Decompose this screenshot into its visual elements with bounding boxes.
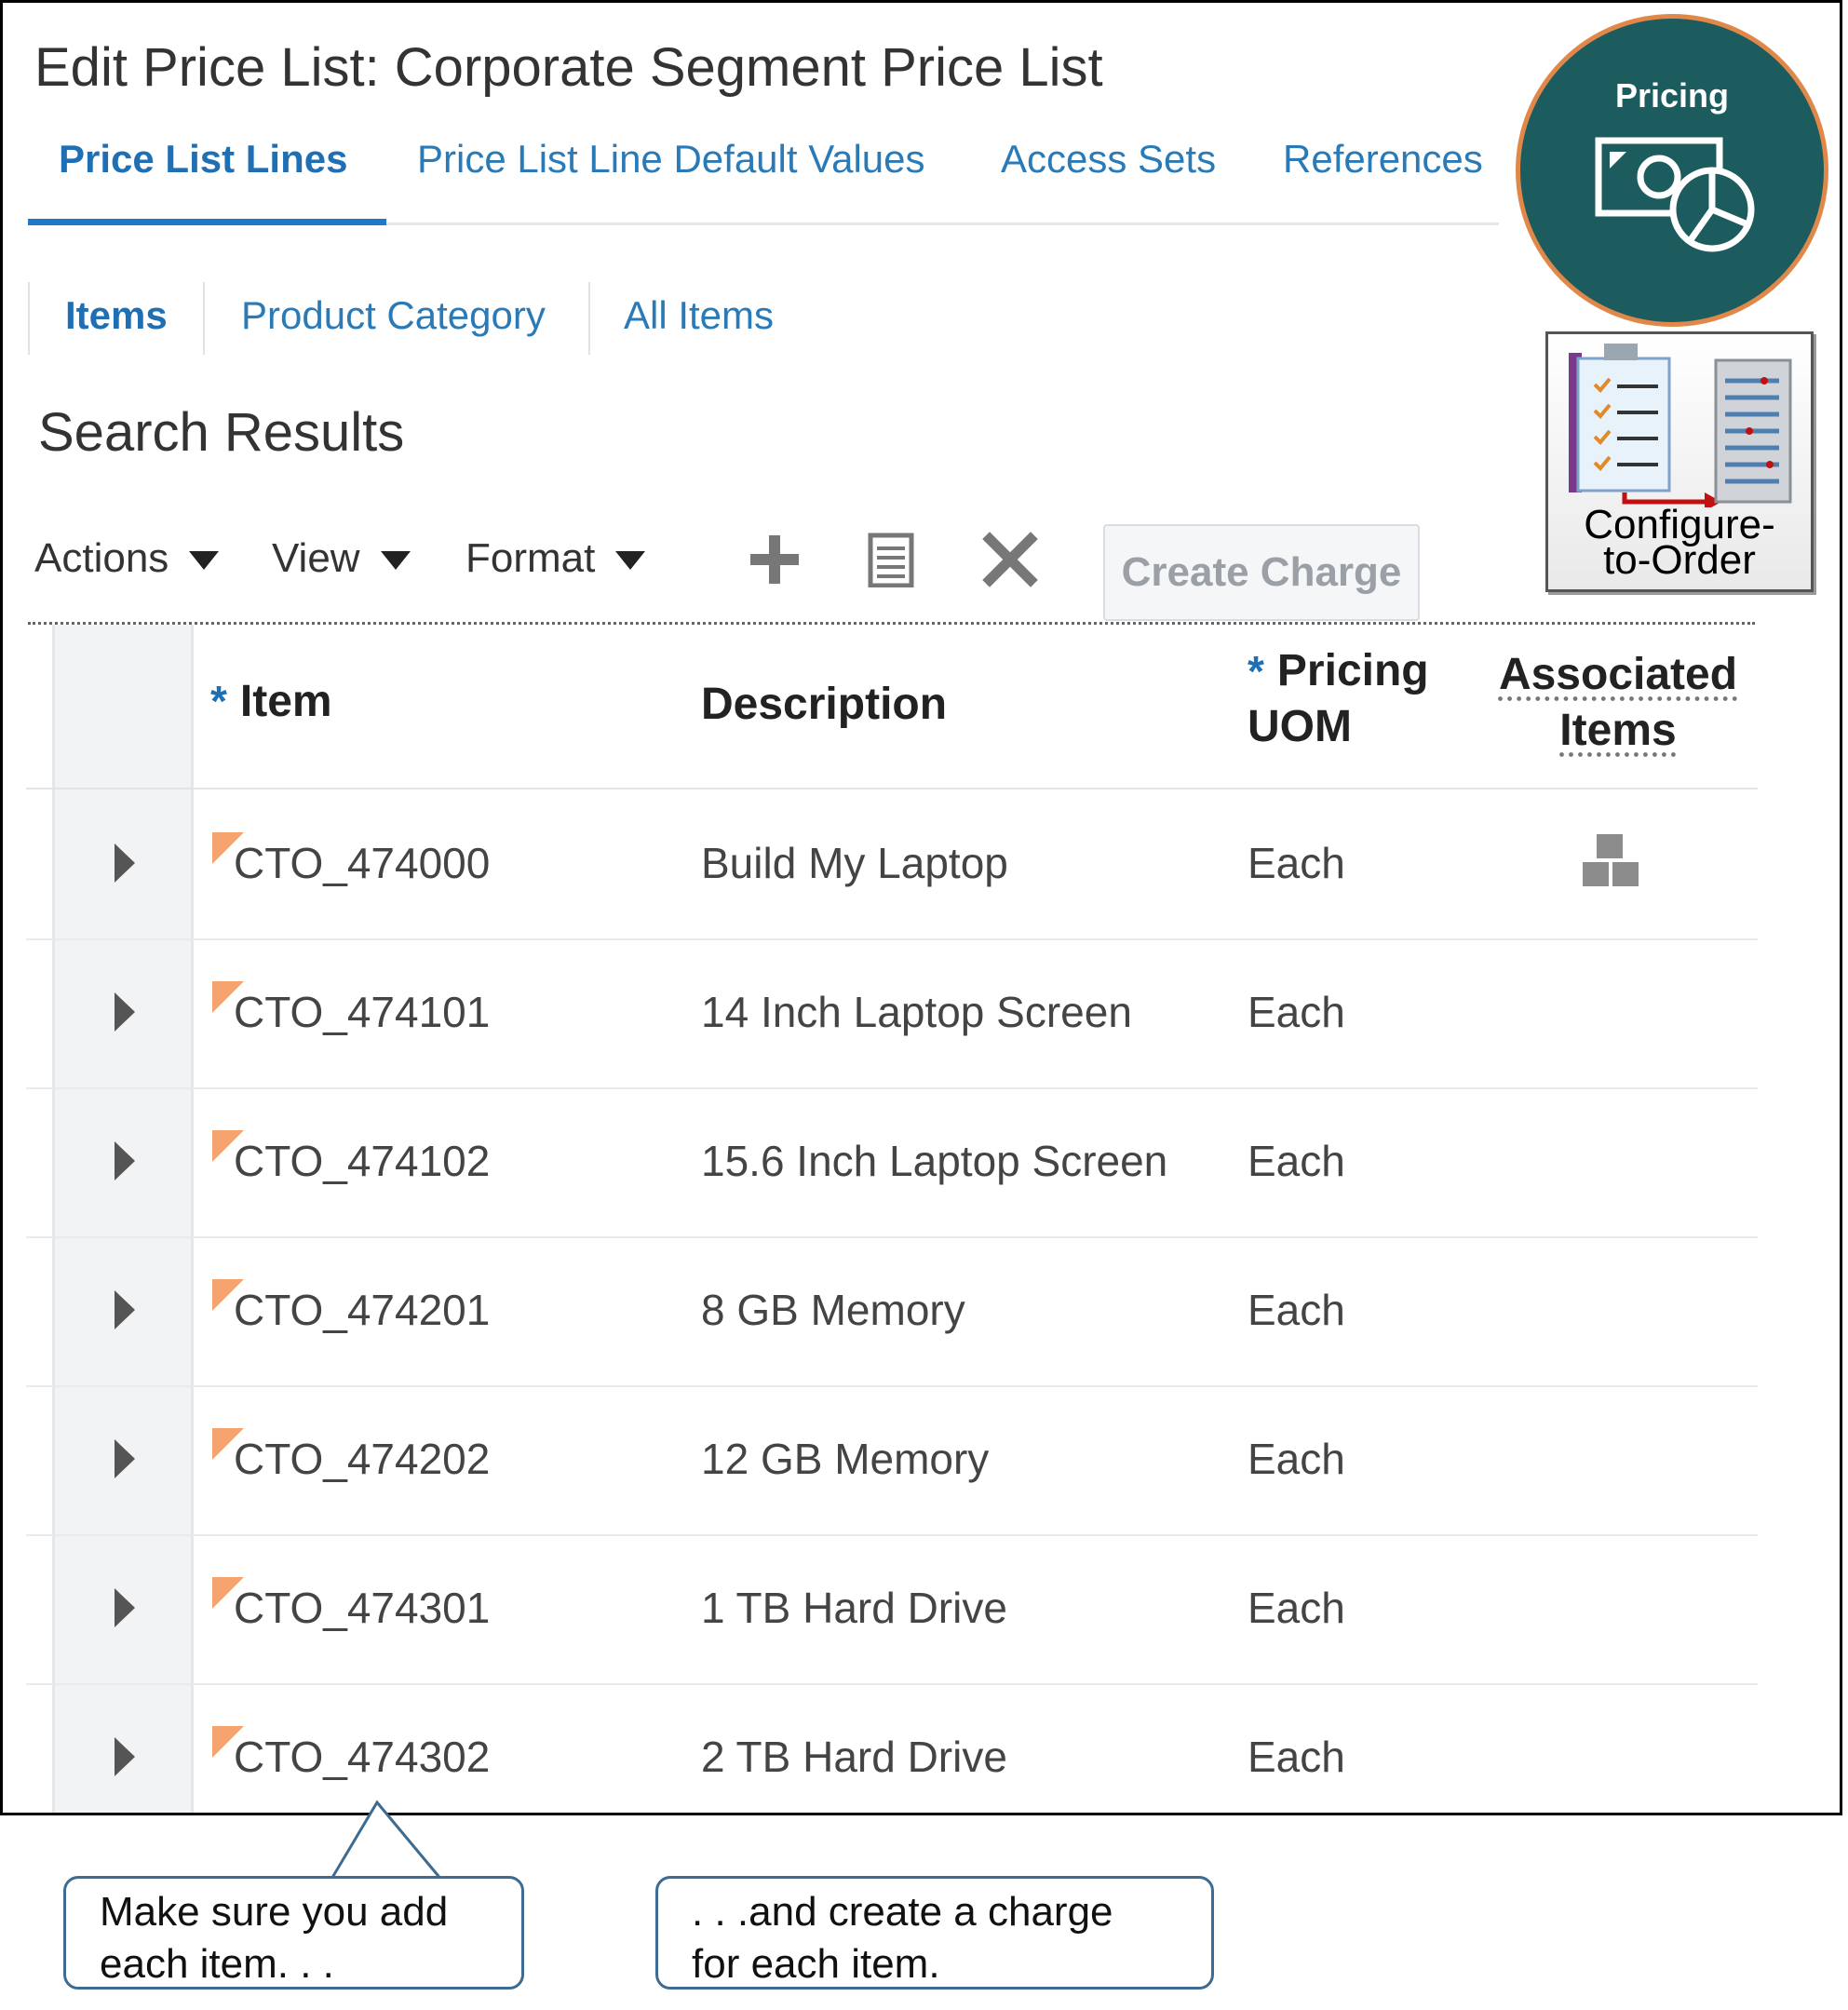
uom-cell[interactable]: Each — [1248, 838, 1345, 888]
pricing-badge-label: Pricing — [1614, 76, 1730, 115]
checklist-document-icon — [1569, 344, 1792, 507]
actions-label: Actions — [34, 535, 169, 581]
item-cell[interactable]: CTO_474301 — [234, 1583, 490, 1633]
expand-row-icon[interactable] — [115, 992, 135, 1032]
tab-price-list-lines[interactable]: Price List Lines — [59, 137, 347, 182]
column-header-item[interactable]: * Item — [210, 676, 332, 727]
main-tabs: Price List Lines Price List Line Default… — [28, 133, 1499, 225]
subtab-product-category[interactable]: Product Category — [241, 293, 546, 338]
table-row[interactable]: CTO_474102 15.6 Inch Laptop Screen Each — [26, 1087, 1758, 1238]
view-menu[interactable]: View — [272, 535, 411, 582]
active-tab-indicator — [28, 219, 386, 225]
item-cell[interactable]: CTO_474000 — [234, 838, 490, 888]
subtab-items[interactable]: Items — [65, 293, 168, 338]
item-header-label: Item — [239, 677, 332, 726]
price-list-window: Edit Price List: Corporate Segment Price… — [0, 0, 1842, 1815]
pricing-uom-line2: UOM — [1248, 702, 1352, 751]
required-marker: * — [210, 677, 227, 725]
search-results-title: Search Results — [38, 402, 405, 463]
callout-right-line2: for each item. — [692, 1941, 940, 1987]
expand-row-icon[interactable] — [115, 1290, 135, 1329]
uom-cell[interactable]: Each — [1248, 1285, 1345, 1335]
table-row[interactable]: CTO_474301 1 TB Hard Drive Each — [26, 1534, 1758, 1685]
create-charge-button[interactable]: Create Charge — [1103, 524, 1420, 621]
table-row[interactable]: CTO_474201 8 GB Memory Each — [26, 1236, 1758, 1387]
subtab-divider — [203, 282, 205, 355]
tab-price-list-line-default-values[interactable]: Price List Line Default Values — [417, 137, 925, 182]
x-icon[interactable] — [982, 532, 1038, 587]
callout-right-line1: . . .and create a charge — [692, 1889, 1113, 1935]
price-list-lines-table: * Item Description * Pricing UOM Associate… — [26, 625, 1758, 1813]
item-cell[interactable]: CTO_474202 — [234, 1434, 490, 1484]
page-title: Edit Price List: Corporate Segment Price… — [34, 37, 1103, 98]
caret-down-icon — [380, 551, 411, 571]
callout-add-items: Make sure you add each item. . . — [63, 1876, 524, 1990]
view-label: View — [272, 535, 360, 581]
uom-cell[interactable]: Each — [1248, 1732, 1345, 1782]
plus-icon[interactable] — [747, 532, 803, 587]
associated-line2: Items — [1559, 706, 1677, 755]
format-label: Format — [465, 535, 596, 581]
description-cell: 12 GB Memory — [701, 1435, 990, 1483]
uom-cell[interactable]: Each — [1248, 987, 1345, 1037]
pricing-icon — [1595, 137, 1755, 252]
description-cell: 8 GB Memory — [701, 1286, 965, 1334]
item-cell[interactable]: CTO_474101 — [234, 987, 490, 1037]
column-header-associated-items[interactable]: Associated Items — [1483, 647, 1753, 759]
table-row[interactable]: CTO_474101 14 Inch Laptop Screen Each — [26, 938, 1758, 1089]
subtab-divider — [28, 282, 30, 355]
expand-row-icon[interactable] — [115, 1737, 135, 1776]
cto-line2: to-Order — [1603, 537, 1756, 583]
document-icon[interactable] — [863, 532, 919, 588]
actions-menu[interactable]: Actions — [34, 535, 220, 582]
table-row[interactable]: CTO_474202 12 GB Memory Each — [26, 1385, 1758, 1536]
configure-to-order-label: Configure- to-Order — [1548, 505, 1811, 581]
description-cell: 1 TB Hard Drive — [701, 1584, 1007, 1632]
callout-left-line1: Make sure you add — [100, 1889, 449, 1935]
associated-items-icon[interactable] — [1581, 830, 1640, 890]
required-marker: * — [1248, 647, 1264, 695]
associated-line1: Associated — [1498, 650, 1738, 699]
callout-create-charge: . . .and create a charge for each item. — [655, 1876, 1214, 1990]
format-menu[interactable]: Format — [465, 535, 646, 582]
table-row[interactable]: CTO_474000 Build My Laptop Each — [26, 789, 1758, 940]
description-cell: Build My Laptop — [701, 839, 1008, 887]
item-cell[interactable]: CTO_474102 — [234, 1136, 490, 1186]
expand-row-icon[interactable] — [115, 1141, 135, 1180]
table-row[interactable]: CTO_474302 2 TB Hard Drive Each — [26, 1683, 1758, 1813]
description-cell: 14 Inch Laptop Screen — [701, 988, 1132, 1036]
expand-row-icon[interactable] — [115, 1439, 135, 1478]
pricing-uom-line1: Pricing — [1276, 646, 1429, 695]
configure-to-order-badge: Configure- to-Order — [1545, 331, 1814, 592]
description-cell: 2 TB Hard Drive — [701, 1733, 1007, 1781]
tab-access-sets[interactable]: Access Sets — [1001, 137, 1216, 182]
expand-row-icon[interactable] — [115, 1588, 135, 1627]
uom-cell[interactable]: Each — [1248, 1136, 1345, 1186]
description-cell: 15.6 Inch Laptop Screen — [701, 1137, 1168, 1185]
item-cell[interactable]: CTO_474201 — [234, 1285, 490, 1335]
subtab-divider — [588, 282, 590, 355]
table-header: * Item Description * Pricing UOM Associate… — [26, 625, 1758, 789]
uom-cell[interactable]: Each — [1248, 1583, 1345, 1633]
pricing-badge: Pricing — [1516, 14, 1828, 327]
results-toolbar: Actions View Format Create Charge — [34, 524, 1757, 621]
expand-row-icon[interactable] — [115, 843, 135, 883]
column-header-description[interactable]: Description — [701, 679, 947, 730]
uom-cell[interactable]: Each — [1248, 1434, 1345, 1484]
tab-references[interactable]: References — [1283, 137, 1483, 182]
column-header-pricing-uom[interactable]: * Pricing UOM — [1248, 643, 1429, 755]
subtab-all-items[interactable]: All Items — [624, 293, 774, 338]
caret-down-icon — [615, 551, 646, 571]
callout-left-line2: each item. . . — [100, 1941, 334, 1987]
item-cell[interactable]: CTO_474302 — [234, 1732, 490, 1782]
caret-down-icon — [189, 551, 220, 571]
